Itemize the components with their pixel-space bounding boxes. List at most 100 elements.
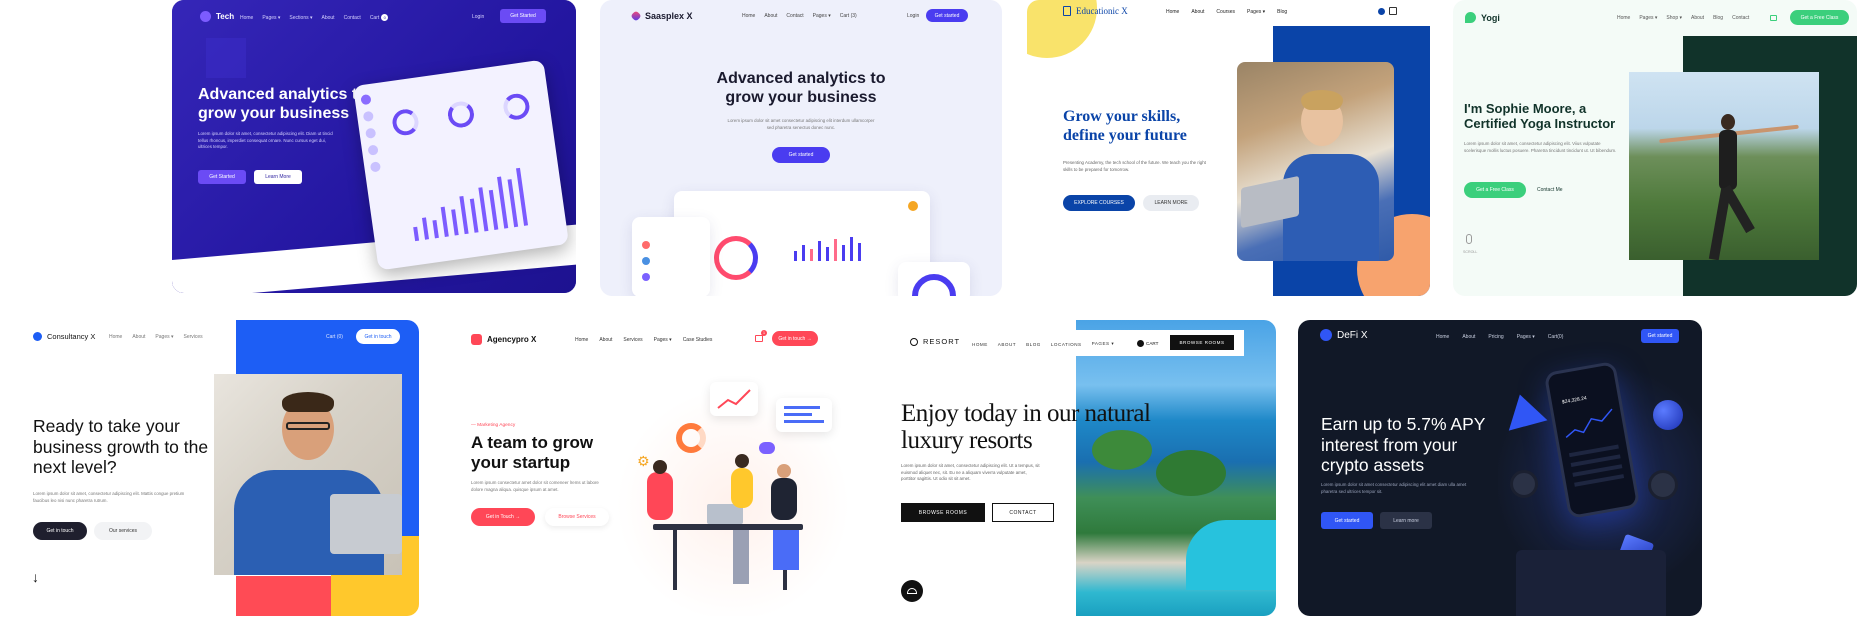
defi-nav-pricing[interactable]: Pricing bbox=[1488, 334, 1503, 340]
consultancy-logo-icon bbox=[33, 332, 42, 341]
resort-nav-blog[interactable]: BLOG bbox=[1026, 342, 1041, 347]
defi-nav-cart[interactable]: Cart(0) bbox=[1548, 334, 1564, 340]
saasplex-logo[interactable]: Saasplex X bbox=[630, 10, 693, 22]
agencypro-logo-text: Agencypro X bbox=[487, 335, 537, 344]
yogi-nav-pages[interactable]: Pages ▾ bbox=[1639, 15, 1657, 21]
saasplex-nav-home[interactable]: Home bbox=[742, 13, 755, 19]
educationic-secondary-button[interactable]: LEARN MORE bbox=[1143, 195, 1199, 211]
educationic-nav-pages[interactable]: Pages ▾ bbox=[1247, 9, 1265, 15]
defi-pedestal bbox=[1516, 550, 1666, 616]
resort-cart-link[interactable]: CART bbox=[1146, 341, 1158, 346]
yogi-nav-contact[interactable]: Contact bbox=[1732, 15, 1749, 21]
consultancy-nav-home[interactable]: Home bbox=[109, 334, 122, 340]
saasplex-nav-about[interactable]: About bbox=[764, 13, 777, 19]
yogi-cart-icon[interactable] bbox=[1770, 15, 1777, 21]
resort-cart-icon[interactable] bbox=[1137, 340, 1144, 347]
defi-nav-home[interactable]: Home bbox=[1436, 334, 1449, 340]
saasplex-hero-button[interactable]: Get started bbox=[772, 147, 830, 163]
consultancy-nav-pages[interactable]: Pages ▾ bbox=[155, 334, 173, 340]
agencypro-desk-leg-1 bbox=[673, 530, 677, 590]
saasplex-dash-bars bbox=[794, 231, 864, 261]
yogi-logo[interactable]: Yogi bbox=[1465, 12, 1500, 23]
saasplex-nav-cart[interactable]: Cart (3) bbox=[840, 13, 857, 19]
yogi-nav-shop[interactable]: Shop ▾ bbox=[1666, 15, 1682, 21]
educationic-nav-about[interactable]: About bbox=[1191, 9, 1204, 15]
tech-login-link[interactable]: Login bbox=[472, 14, 484, 20]
tech-nav-pages[interactable]: Pages ▾ bbox=[262, 15, 280, 21]
educationic-nav-blog[interactable]: Blog bbox=[1277, 9, 1287, 15]
saasplex-nav-cta-button[interactable]: Get started bbox=[926, 9, 968, 22]
agencypro-primary-button[interactable]: Get in Touch → bbox=[471, 508, 535, 526]
template-card-saasplex[interactable]: Saasplex X Home About Contact Pages ▾ Ca… bbox=[600, 0, 1002, 296]
resort-nav-pages[interactable]: PAGES ▾ bbox=[1092, 341, 1115, 347]
template-card-resort[interactable]: RESORT HOME ABOUT BLOG LOCATIONS PAGES ▾… bbox=[872, 320, 1276, 616]
defi-nav-cta-button[interactable]: Get started bbox=[1641, 329, 1679, 343]
consultancy-cart-link[interactable]: Cart (0) bbox=[326, 334, 343, 340]
agencypro-nav-pages[interactable]: Pages ▾ bbox=[654, 337, 672, 343]
consultancy-logo[interactable]: Consultancy X bbox=[33, 332, 95, 341]
consultancy-nav-cta-button[interactable]: Get in touch bbox=[356, 329, 400, 344]
saasplex-login-link[interactable]: Login bbox=[907, 13, 919, 19]
tech-nav-cart[interactable]: Cart bbox=[370, 15, 379, 21]
template-card-educationic[interactable]: Educationic X Home About Courses Pages ▾… bbox=[1027, 0, 1430, 296]
yogi-hero-text: Lorem ipsum dolor sit amet, consectetur … bbox=[1464, 141, 1617, 153]
tech-nav-about[interactable]: About bbox=[322, 15, 335, 21]
template-card-yogi[interactable]: Yogi Home Pages ▾ Shop ▾ About Blog Cont… bbox=[1453, 0, 1857, 296]
educationic-nav-courses[interactable]: Courses bbox=[1216, 9, 1235, 15]
consultancy-nav-services[interactable]: Services bbox=[184, 334, 203, 340]
resort-primary-button[interactable]: BROWSE ROOMS bbox=[901, 503, 985, 522]
template-card-agencypro[interactable]: Agencypro X Home About Services Pages ▾ … bbox=[443, 320, 847, 616]
agencypro-nav-case-studies[interactable]: Case Studies bbox=[683, 337, 713, 343]
educationic-nav-home[interactable]: Home bbox=[1166, 9, 1179, 15]
defi-nav-pages[interactable]: Pages ▾ bbox=[1517, 334, 1535, 340]
tech-nav-cta-button[interactable]: Get Started bbox=[500, 9, 546, 23]
defi-secondary-button[interactable]: Learn more bbox=[1380, 512, 1432, 529]
agencypro-hero-text: Lorem ipsum consectetur amet dolor sit c… bbox=[471, 480, 599, 492]
defi-nav-about[interactable]: About bbox=[1462, 334, 1475, 340]
yogi-nav-about[interactable]: About bbox=[1691, 15, 1704, 21]
resort-palm-2 bbox=[1156, 450, 1226, 496]
yogi-secondary-button[interactable]: Contact Me bbox=[1537, 187, 1563, 193]
template-card-defi[interactable]: DeFi X Home About Pricing Pages ▾ Cart(0… bbox=[1298, 320, 1702, 616]
yogi-nav-cta-button[interactable]: Get a Free Class bbox=[1790, 10, 1849, 25]
yogi-nav-home[interactable]: Home bbox=[1617, 15, 1630, 21]
agencypro-nav-cta-button[interactable]: Get in touch → bbox=[772, 331, 818, 346]
saasplex-nav-contact[interactable]: Contact bbox=[786, 13, 803, 19]
consultancy-primary-button[interactable]: Get in touch bbox=[33, 522, 87, 540]
consultancy-secondary-button[interactable]: Our services bbox=[94, 522, 152, 540]
tech-nav-sections[interactable]: Sections ▾ bbox=[289, 15, 312, 21]
tech-secondary-button[interactable]: Learn More bbox=[254, 170, 302, 184]
yogi-nav-blog[interactable]: Blog bbox=[1713, 15, 1723, 21]
agencypro-hero-title: A team to grow your startup bbox=[471, 433, 594, 473]
agencypro-nav-services[interactable]: Services bbox=[623, 337, 642, 343]
tech-nav-home[interactable]: Home bbox=[240, 15, 253, 21]
agencypro-logo[interactable]: Agencypro X bbox=[471, 334, 536, 345]
resort-nav-cta-button[interactable]: BROWSE ROOMS bbox=[1170, 335, 1234, 350]
yogi-logo-icon bbox=[1465, 12, 1476, 23]
saasplex-nav-pages[interactable]: Pages ▾ bbox=[813, 13, 831, 19]
yogi-primary-button[interactable]: Get a Free Class bbox=[1464, 182, 1526, 198]
resort-secondary-button[interactable]: CONTACT bbox=[992, 503, 1054, 522]
educationic-primary-button[interactable]: EXPLORE COURSES bbox=[1063, 195, 1135, 211]
agencypro-secondary-button[interactable]: Browse Services bbox=[545, 508, 609, 526]
defi-primary-button[interactable]: Get started bbox=[1321, 512, 1373, 529]
template-card-tech[interactable]: Tech Home Pages ▾ Sections ▾ About Conta… bbox=[172, 0, 576, 293]
resort-nav-home[interactable]: HOME bbox=[972, 342, 988, 347]
template-card-consultancy[interactable]: Consultancy X Home About Pages ▾ Service… bbox=[14, 320, 419, 616]
consultancy-scroll-down-icon[interactable]: ↓ bbox=[32, 570, 39, 584]
tech-logo[interactable]: Tech bbox=[200, 11, 234, 22]
tech-nav-contact[interactable]: Contact bbox=[344, 15, 361, 21]
resort-scroll-button[interactable] bbox=[901, 580, 923, 602]
consultancy-nav-about[interactable]: About bbox=[132, 334, 145, 340]
agencypro-cart-icon[interactable] bbox=[755, 335, 763, 342]
agencypro-nav-home[interactable]: Home bbox=[575, 337, 588, 343]
agencypro-nav-about[interactable]: About bbox=[599, 337, 612, 343]
tech-primary-button[interactable]: Get Started bbox=[198, 170, 246, 184]
educationic-user-icon[interactable] bbox=[1378, 8, 1385, 15]
resort-nav-about[interactable]: ABOUT bbox=[998, 342, 1016, 347]
resort-logo[interactable]: RESORT bbox=[910, 337, 960, 346]
resort-nav-locations[interactable]: LOCATIONS bbox=[1051, 342, 1082, 347]
educationic-logo[interactable]: Educationic X bbox=[1063, 6, 1128, 16]
defi-logo[interactable]: DeFi X bbox=[1320, 329, 1368, 341]
educationic-cart-icon[interactable] bbox=[1389, 7, 1397, 15]
